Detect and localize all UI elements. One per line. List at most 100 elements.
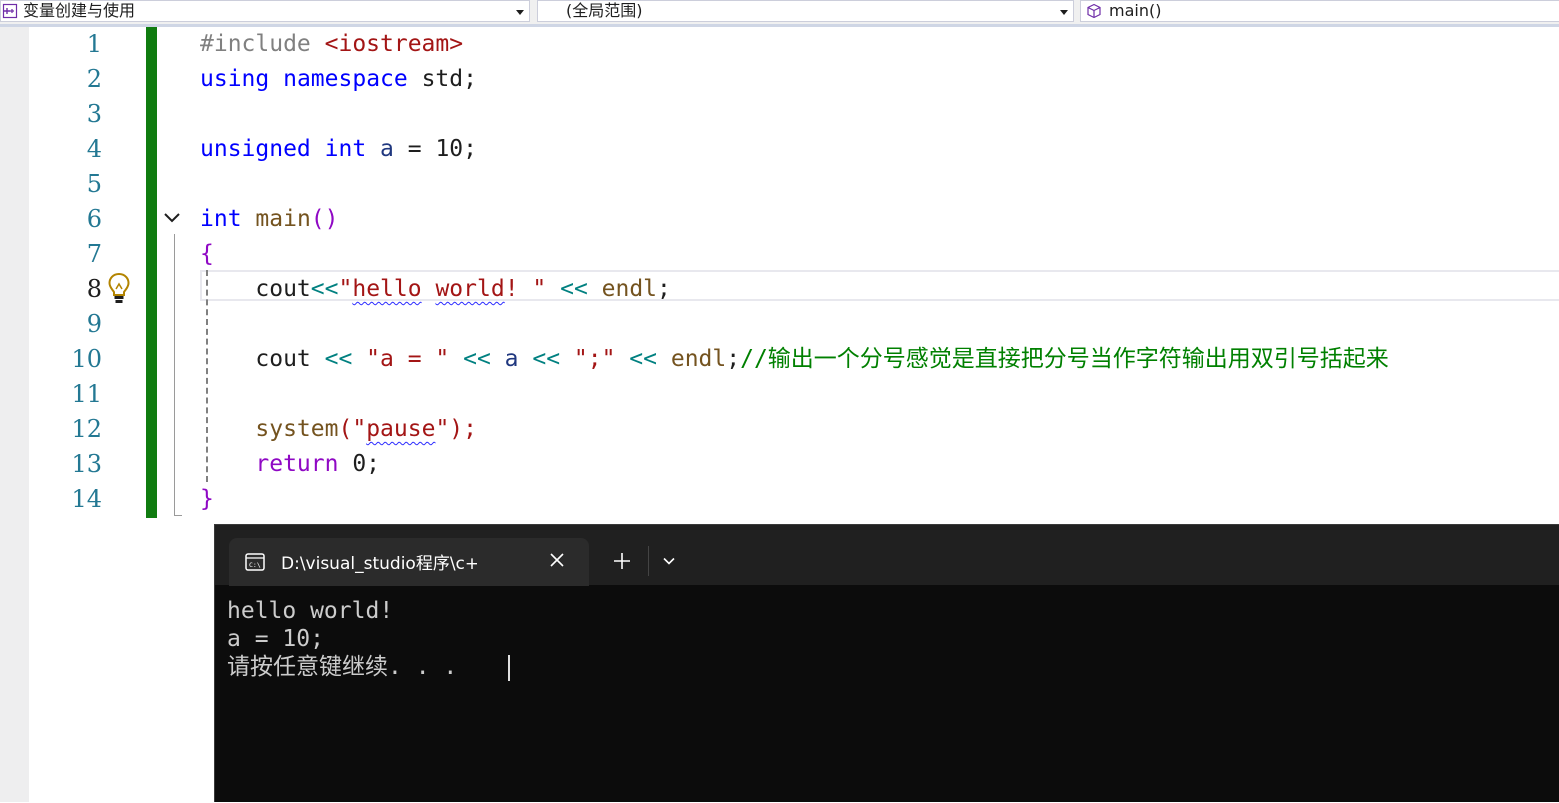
terminal-tab-title: D:\visual_studio程序\c++\变量创建与使用 xyxy=(281,554,477,574)
function-name: endl xyxy=(670,346,727,372)
code-text: std; xyxy=(407,66,477,92)
terminal-line: hello world! xyxy=(227,598,394,624)
preprocessor-directive: #include xyxy=(200,31,325,57)
member-icon xyxy=(1087,3,1101,19)
spell-check-word: hello xyxy=(352,276,422,302)
fold-region-line xyxy=(174,234,175,515)
text-cursor xyxy=(508,655,510,681)
string-literal: "); xyxy=(435,416,477,442)
variable: a xyxy=(504,346,519,372)
string-literal xyxy=(422,276,436,302)
code-text: cout xyxy=(255,346,311,372)
code-text: ; xyxy=(657,276,671,302)
current-line-number: 8 xyxy=(86,275,102,303)
line-number: 10 xyxy=(71,345,102,373)
spell-check-word: world xyxy=(435,276,505,302)
plus-icon[interactable] xyxy=(611,550,633,572)
keyword: namespace xyxy=(283,66,408,92)
project-icon xyxy=(2,3,18,19)
scope-dropdown[interactable]: (全局范围) xyxy=(537,0,1074,22)
function-name: endl xyxy=(601,276,658,302)
function-name: main xyxy=(255,206,311,232)
line-number: 11 xyxy=(71,380,102,408)
spell-check-word: pause xyxy=(366,416,436,442)
keyword: unsigned xyxy=(200,136,311,162)
code-line-13[interactable]: return 0; xyxy=(200,447,380,482)
line-number: 4 xyxy=(86,135,102,163)
function-name: system xyxy=(255,416,339,442)
member-label: main() xyxy=(1109,1,1162,20)
fold-collapse-icon[interactable] xyxy=(161,207,183,229)
operator: << xyxy=(546,276,602,302)
operator: << xyxy=(310,276,339,302)
lightbulb-icon[interactable] xyxy=(106,271,132,305)
code-line-12[interactable]: system("pause"); xyxy=(200,412,477,447)
keyword: int xyxy=(200,206,242,232)
operator: << xyxy=(449,346,505,372)
operator: << xyxy=(310,346,367,372)
change-tracking-bar xyxy=(146,27,157,518)
chevron-down-icon xyxy=(516,10,524,15)
brace: { xyxy=(200,241,214,267)
line-number: 13 xyxy=(71,450,102,478)
line-number: 9 xyxy=(86,310,102,338)
terminal-window[interactable]: C:\ D:\visual_studio程序\c++\变量创建与使用 hello… xyxy=(214,524,1559,802)
line-number: 3 xyxy=(86,100,102,128)
project-dropdown[interactable]: 变量创建与使用 xyxy=(0,0,530,22)
close-icon[interactable] xyxy=(547,550,567,570)
keyword: int xyxy=(324,136,367,162)
code-comment: //输出一个分号感觉是直接把分号当作字符输出用双引号括起来 xyxy=(740,346,1389,372)
chevron-down-icon[interactable] xyxy=(661,553,677,569)
scope-label: (全局范围) xyxy=(566,1,643,20)
line-number: 5 xyxy=(86,170,102,198)
line-number: 6 xyxy=(86,205,102,233)
parentheses: () xyxy=(310,206,339,232)
member-dropdown[interactable]: main() xyxy=(1080,0,1559,22)
code-line-14[interactable]: } xyxy=(200,482,214,517)
operator: << xyxy=(518,346,574,372)
terminal-line: a = 10; xyxy=(227,626,324,652)
line-number: 1 xyxy=(86,30,102,58)
brace: } xyxy=(200,486,214,512)
code-line-6[interactable]: int main() xyxy=(200,202,339,237)
fold-region-end xyxy=(174,515,182,516)
code-text: 0; xyxy=(338,451,381,477)
keyword: using xyxy=(200,66,270,92)
code-line-2[interactable]: using namespace std; xyxy=(200,62,477,97)
line-number: 7 xyxy=(86,240,102,268)
include-header: <iostream> xyxy=(324,31,464,57)
code-line-7[interactable]: { xyxy=(200,237,214,272)
selection-margin[interactable] xyxy=(0,27,29,802)
terminal-titlebar[interactable]: C:\ D:\visual_studio程序\c++\变量创建与使用 xyxy=(215,525,1559,586)
code-line-4[interactable]: unsigned int a = 10; xyxy=(200,132,477,167)
string-literal: ! " xyxy=(504,276,547,302)
code-text: ; xyxy=(726,346,741,372)
terminal-output[interactable]: hello world! a = 10; 请按任意键继续. . . xyxy=(215,585,1559,803)
chevron-down-icon xyxy=(1060,10,1068,15)
string-literal: (" xyxy=(338,416,367,442)
keyword: return xyxy=(255,451,339,477)
line-number: 14 xyxy=(71,485,102,513)
code-line-8[interactable]: cout<<"hello world! " << endl; xyxy=(200,272,671,307)
line-number: 12 xyxy=(71,415,102,443)
code-text: cout xyxy=(255,276,311,302)
operator: << xyxy=(615,346,671,372)
variable: a xyxy=(380,136,394,162)
code-line-1[interactable]: #include <iostream> xyxy=(200,27,463,62)
project-label: 变量创建与使用 xyxy=(23,1,136,20)
string-literal: " xyxy=(338,276,353,302)
terminal-tab[interactable]: C:\ D:\visual_studio程序\c++\变量创建与使用 xyxy=(229,538,589,586)
string-literal: "a = " xyxy=(366,346,450,372)
line-number: 2 xyxy=(86,65,102,93)
titlebar-separator xyxy=(648,546,649,576)
terminal-line: 请按任意键继续. . . xyxy=(227,654,458,680)
code-line-10[interactable]: cout << "a = " << a << ";" << endl;//输出一… xyxy=(200,342,1389,377)
